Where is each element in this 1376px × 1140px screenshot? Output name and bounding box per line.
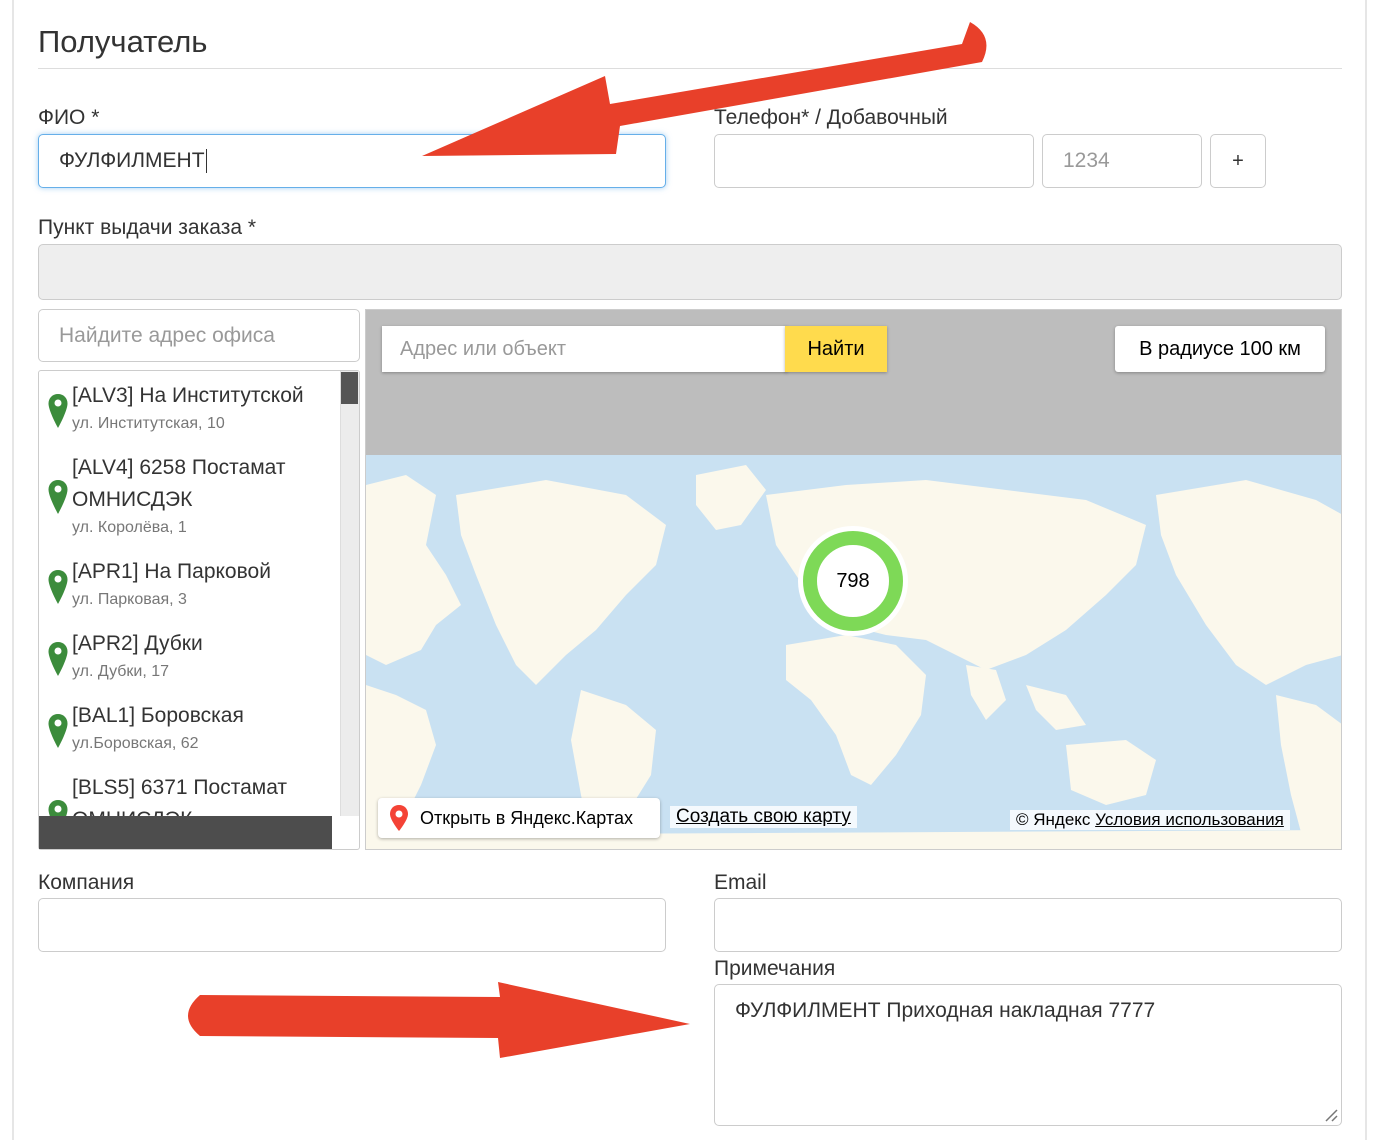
map-sea: [366, 455, 1341, 849]
phone-extension-input[interactable]: 1234: [1042, 134, 1202, 188]
world-map-land: [366, 465, 1341, 849]
office-address: ул. Парковая, 3: [72, 591, 187, 608]
title-divider: [38, 68, 1342, 69]
office-list[interactable]: [ALV3] На Институтской ул. Институтская,…: [38, 370, 360, 850]
copyright-text: © Яндекс: [1016, 810, 1091, 829]
pickup-label: Пункт выдачи заказа *: [38, 216, 257, 239]
office-address: ул. Институтская, 10: [72, 415, 225, 432]
phone-input[interactable]: [714, 134, 1034, 188]
open-in-yandex-label: Открыть в Яндекс.Картах: [420, 807, 633, 828]
list-scrollbar-thumb[interactable]: [341, 372, 358, 404]
map-pin-icon: [48, 642, 68, 676]
office-name: [APR2] Дубки: [72, 632, 203, 655]
office-address: ул.Боровская, 62: [72, 735, 199, 752]
yandex-pin-icon: [390, 805, 408, 831]
list-horizontal-scrollbar[interactable]: [39, 816, 332, 849]
map-find-button[interactable]: Найти: [785, 326, 887, 372]
list-item[interactable]: [APR2] Дубки ул. Дубки, 17: [39, 627, 339, 691]
yandex-map[interactable]: Адрес или объект Найти В радиусе 100 км …: [365, 309, 1342, 850]
fio-value: ФУЛФИЛМЕНТ: [59, 149, 205, 172]
section-title: Получатель: [38, 24, 208, 59]
map-search-placeholder: Адрес или объект: [400, 337, 567, 360]
email-label: Email: [714, 871, 767, 894]
create-map-link[interactable]: Создать свою карту: [670, 806, 857, 828]
notes-textarea[interactable]: ФУЛФИЛМЕНТ Приходная накладная 7777: [714, 984, 1342, 1126]
phone-label: Телефон* / Добавочный: [714, 106, 948, 129]
map-pin-icon: [48, 570, 68, 604]
list-item[interactable]: [ALV4] 6258 Постамат ОМНИСДЭК ул. Королё…: [39, 451, 339, 547]
map-pin-icon: [48, 394, 68, 428]
cluster-count: 798: [836, 569, 870, 592]
radius-button[interactable]: В радиусе 100 км: [1115, 326, 1325, 372]
list-item[interactable]: [BAL1] Боровская ул.Боровская, 62: [39, 699, 339, 763]
list-scrollbar[interactable]: [340, 371, 359, 816]
map-pin-icon: [48, 480, 68, 514]
office-address: ул. Королёва, 1: [72, 519, 187, 536]
fio-input[interactable]: ФУЛФИЛМЕНТ: [38, 134, 666, 188]
office-name: [BAL1] Боровская: [72, 704, 244, 727]
pickup-point-field[interactable]: [38, 244, 1342, 300]
map-search-input[interactable]: Адрес или объект: [382, 326, 787, 372]
map-pin-icon: [48, 714, 68, 748]
list-item[interactable]: [ALV3] На Институтской ул. Институтская,…: [39, 379, 339, 443]
email-input[interactable]: [714, 898, 1342, 952]
office-address: ул. Дубки, 17: [72, 663, 170, 680]
resize-grip-icon[interactable]: [1322, 1106, 1338, 1122]
add-phone-button[interactable]: +: [1210, 134, 1266, 188]
office-name: [APR1] На Парковой: [72, 560, 271, 583]
fio-label: ФИО *: [38, 106, 100, 129]
office-search-input[interactable]: Найдите адрес офиса: [38, 309, 360, 362]
extension-placeholder: 1234: [1063, 149, 1110, 172]
company-input[interactable]: [38, 898, 666, 952]
open-in-yandex-maps-button[interactable]: Открыть в Яндекс.Картах: [378, 798, 660, 838]
text-caret: [205, 149, 207, 173]
company-label: Компания: [38, 871, 135, 894]
terms-link[interactable]: Условия использования: [1095, 810, 1284, 829]
notes-label: Примечания: [714, 957, 836, 980]
office-name: [ALV3] На Институтской: [72, 384, 304, 407]
list-item[interactable]: [APR1] На Парковой ул. Парковая, 3: [39, 555, 339, 619]
cluster-marker[interactable]: 798: [798, 526, 908, 636]
office-search-placeholder: Найдите адрес офиса: [59, 323, 275, 347]
office-name: [ALV4] 6258 Постамат ОМНИСДЭК: [72, 456, 286, 511]
map-copyright: © Яндекс Условия использования: [1010, 810, 1290, 830]
